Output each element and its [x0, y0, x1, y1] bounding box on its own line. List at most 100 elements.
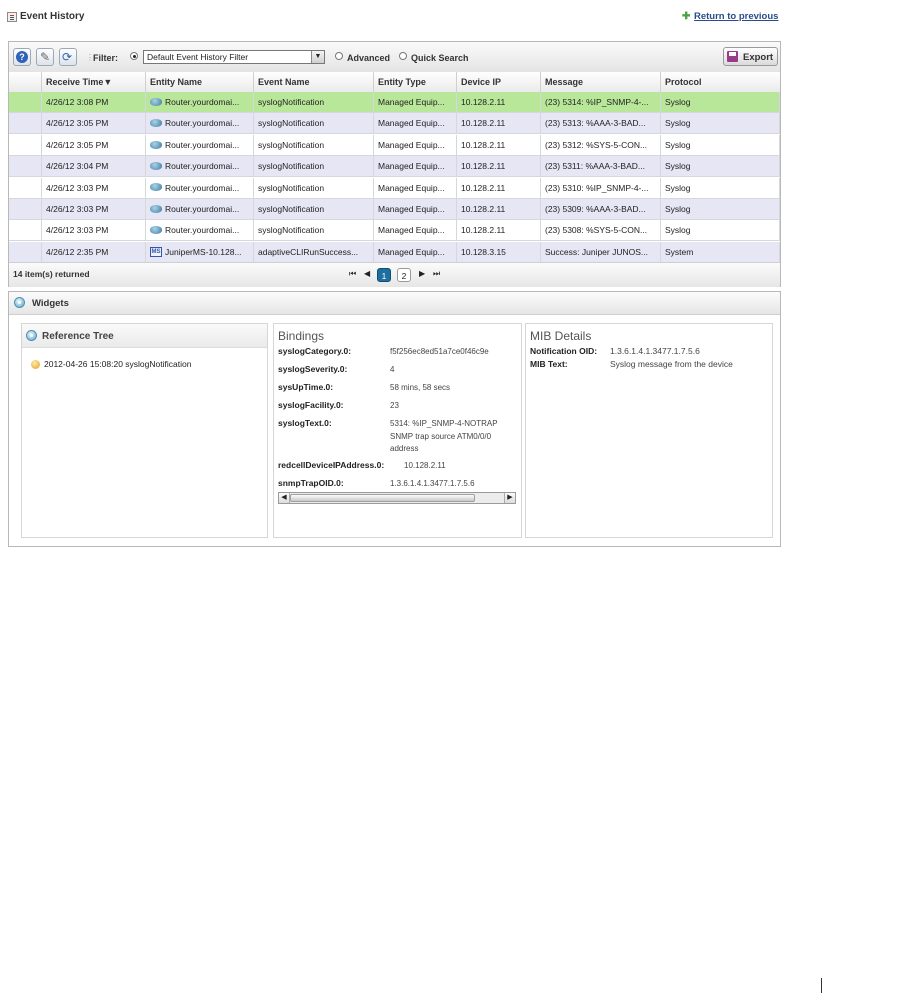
bindings-horizontal-scrollbar[interactable]: ◀ ▶ [278, 492, 516, 504]
column-header-message[interactable]: Message [541, 72, 661, 92]
tree-node-label[interactable]: 2012-04-26 15:08:20 syslogNotification [44, 359, 191, 369]
cell-text: 4/26/12 2:35 PM [46, 246, 109, 257]
previous-page-icon[interactable]: ◀ [364, 269, 370, 278]
help-button[interactable]: ? [13, 48, 31, 66]
column-header-protocol[interactable]: Protocol [661, 72, 780, 92]
cell-time: 4/26/12 3:03 PM [42, 177, 146, 198]
advanced-label: Advanced [347, 53, 391, 63]
cell-text: (23) 5310: %IP_SNMP-4-... [545, 182, 649, 193]
binding-key: redcellDeviceIPAddress.0: [278, 460, 385, 470]
mib-details-title: MIB Details [530, 329, 592, 343]
router-icon [150, 119, 162, 128]
filter-select[interactable]: Default Event History Filter ▼ [143, 50, 325, 64]
cell-event: adaptiveCLIRunSuccess... [254, 241, 374, 262]
column-header-event-name[interactable]: Event Name [254, 72, 374, 92]
event-history-panel: ? ✎ ⟳ ⋮ Filter: Default Event History Fi… [8, 41, 781, 287]
router-icon [150, 226, 162, 235]
return-arrow-icon[interactable]: ✚ [682, 11, 690, 22]
cell-text: 4/26/12 3:03 PM [46, 225, 109, 236]
column-header-entity-name[interactable]: Entity Name [146, 72, 254, 92]
settings-button[interactable]: ✎ [36, 48, 54, 66]
row-selector[interactable] [9, 220, 42, 241]
cell-ip: 10.128.2.11 [457, 92, 541, 112]
page-edge-mark [821, 978, 822, 993]
page-title: Event History [20, 11, 85, 22]
reference-tree-icon[interactable] [26, 330, 37, 341]
cell-text: 10.128.2.11 [461, 97, 506, 107]
sort-desc-icon: ▼ [103, 77, 113, 87]
cell-message: (23) 5311: %AAA-3-BAD... [541, 156, 661, 177]
row-selector-header [9, 72, 42, 92]
cell-text: Success: Juniper JUNOS... [545, 246, 648, 257]
row-selector[interactable] [9, 156, 42, 177]
quick-search-radio[interactable] [399, 52, 407, 60]
cell-text: syslogNotification [258, 225, 325, 236]
cell-protocol: Syslog [661, 92, 780, 112]
scroll-right-icon[interactable]: ▶ [504, 493, 515, 503]
chevron-down-icon[interactable]: ▼ [311, 51, 324, 63]
cell-entity: Router.yourdomai... [146, 134, 254, 155]
refresh-button[interactable]: ⟳ [59, 48, 77, 66]
table-row[interactable]: 4/26/12 2:35 PM MS JuniperMS-10.128... adap… [9, 241, 780, 263]
page-1-button[interactable]: 1 [377, 268, 391, 282]
first-page-icon[interactable]: ⏮ [349, 269, 356, 279]
cell-message: (23) 5314: %IP_SNMP-4-... [541, 92, 661, 112]
filter-radio[interactable] [130, 52, 138, 60]
row-selector[interactable] [9, 199, 42, 219]
router-icon [150, 204, 162, 213]
cell-protocol: Syslog [661, 177, 780, 198]
return-to-previous-link[interactable]: Return to previous [694, 11, 778, 22]
cell-entity: Router.yourdomai... [146, 156, 254, 177]
widgets-panel: Widgets Reference Tree 2012-04-26 15:08:… [8, 291, 781, 547]
table-row[interactable]: 4/26/12 3:03 PM Router.yourdomai... syslog… [9, 177, 780, 199]
cell-protocol: Syslog [661, 199, 780, 219]
cell-type: Managed Equip... [374, 177, 457, 198]
column-header-entity-type[interactable]: Entity Type [374, 72, 457, 92]
table-row[interactable]: 4/26/12 3:04 PM Router.yourdomai... syslog… [9, 156, 780, 178]
notification-oid-value: 1.3.6.1.4.1.3477.1.7.5.6 [610, 346, 700, 356]
bindings-title: Bindings [278, 329, 325, 343]
column-header-receive-time[interactable]: Receive Time▼ [42, 72, 146, 92]
table-row[interactable]: 4/26/12 3:05 PM Router.yourdomai... syslog… [9, 134, 780, 156]
page-2-button[interactable]: 2 [397, 268, 411, 282]
row-selector[interactable] [9, 134, 42, 155]
row-selector[interactable] [9, 92, 42, 112]
row-selector[interactable] [9, 177, 42, 198]
advanced-radio[interactable] [335, 52, 343, 60]
filter-select-value: Default Event History Filter [147, 52, 249, 62]
row-selector[interactable] [9, 241, 42, 262]
router-icon [150, 183, 162, 192]
next-page-icon[interactable]: ▶ [419, 269, 425, 278]
cell-ip: 10.128.2.11 [457, 156, 541, 177]
cell-type: Managed Equip... [374, 92, 457, 112]
table-row[interactable]: 4/26/12 3:05 PM Router.yourdomai... syslog… [9, 113, 780, 135]
cell-message: (23) 5308: %SYS-5-CON... [541, 220, 661, 241]
row-selector[interactable] [9, 113, 42, 134]
column-header-device-ip[interactable]: Device IP [457, 72, 541, 92]
cell-text: Syslog [665, 139, 691, 150]
last-page-icon[interactable]: ⏭ [433, 269, 440, 279]
cell-text: Syslog [665, 97, 691, 107]
cell-event: syslogNotification [254, 113, 374, 134]
table-row[interactable]: 4/26/12 3:03 PM Router.yourdomai... syslog… [9, 220, 780, 242]
cell-text: 4/26/12 3:03 PM [46, 182, 109, 193]
collapse-widgets-icon[interactable] [14, 297, 25, 308]
export-button[interactable]: Export [723, 47, 778, 66]
cell-text: 10.128.3.15 [461, 246, 506, 257]
cell-event: syslogNotification [254, 220, 374, 241]
cell-text: (23) 5311: %AAA-3-BAD... [545, 161, 645, 172]
binding-value-line: 5314: %IP_SNMP-4-NOTRAP [390, 419, 498, 428]
cell-text: (23) 5312: %SYS-5-CON... [545, 139, 648, 150]
table-row[interactable]: 4/26/12 3:08 PM Router.yourdomai... syslog… [9, 92, 780, 113]
cell-text: syslogNotification [258, 204, 325, 214]
cell-text: 4/26/12 3:05 PM [46, 139, 109, 150]
cell-text: syslogNotification [258, 182, 325, 193]
wrench-icon: ✎ [40, 50, 51, 64]
scroll-left-icon[interactable]: ◀ [279, 493, 290, 503]
scrollbar-thumb[interactable] [290, 494, 475, 502]
binding-value: f5f256ec8ed51a7ce0f46c9e [390, 347, 489, 356]
table-row[interactable]: 4/26/12 3:03 PM Router.yourdomai... syslog… [9, 199, 780, 220]
cell-text: (23) 5313: %AAA-3-BAD... [545, 118, 646, 129]
widgets-header[interactable]: Widgets [9, 292, 780, 315]
binding-value-line: SNMP trap source ATM0/0/0 [390, 431, 492, 441]
